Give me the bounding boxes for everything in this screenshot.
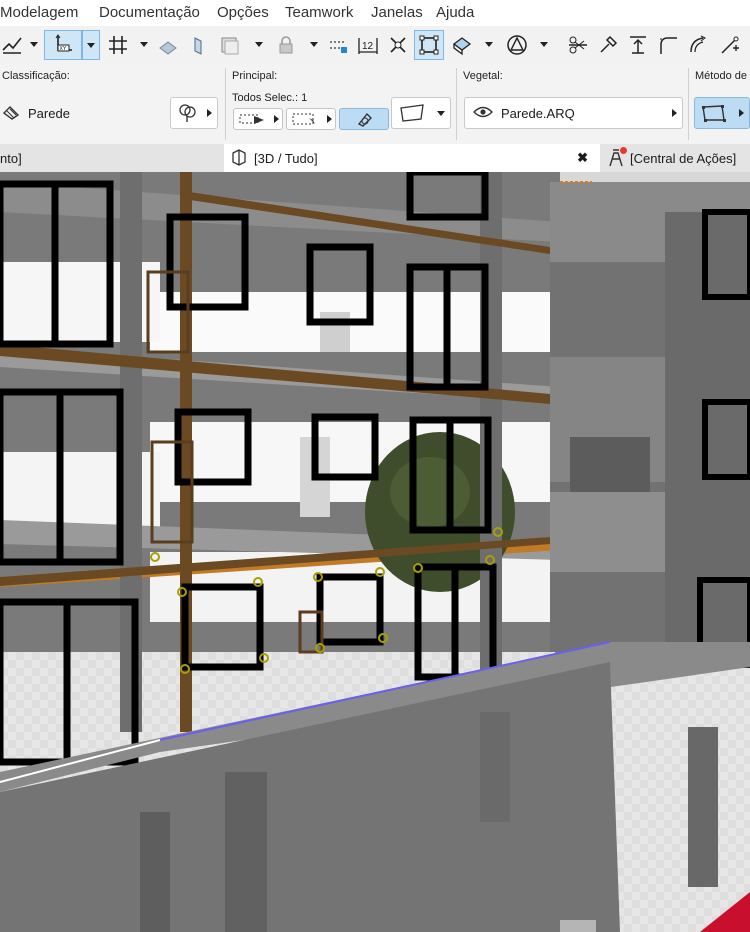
3d-model-scene[interactable] bbox=[0, 172, 750, 932]
arrow-right-icon bbox=[207, 109, 213, 117]
surface-shape-button[interactable] bbox=[391, 97, 451, 129]
tab-bar: nto] [3D / Tudo] ✖ [Central de Ações] bbox=[0, 144, 750, 172]
layer-value: Parede.ARQ bbox=[501, 105, 575, 121]
surface-shape-icon bbox=[400, 104, 424, 122]
tree-highlight bbox=[390, 457, 470, 527]
divider bbox=[225, 68, 226, 140]
pier-3 bbox=[688, 727, 718, 887]
fillet-icon[interactable] bbox=[654, 30, 682, 60]
chevron-down-icon[interactable] bbox=[310, 42, 318, 47]
3d-viewport[interactable] bbox=[0, 172, 750, 932]
trim-icon[interactable] bbox=[564, 30, 592, 60]
polygon-method-icon bbox=[702, 105, 727, 122]
triangle-circle-icon[interactable] bbox=[503, 30, 531, 60]
split-icon[interactable] bbox=[594, 30, 622, 60]
coordinate-plane-dropdown[interactable] bbox=[82, 30, 100, 60]
elevation-icon[interactable] bbox=[624, 30, 652, 60]
tab-action-center[interactable]: [Central de Ações] bbox=[600, 144, 750, 172]
intersect-icon[interactable] bbox=[384, 30, 412, 60]
select-arrow-icon bbox=[239, 114, 264, 124]
wall-classification-icon bbox=[2, 103, 22, 124]
chevron-down-icon[interactable] bbox=[540, 42, 548, 47]
tab-3d-view[interactable]: [3D / Tudo] ✖ bbox=[224, 144, 600, 172]
action-center-icon bbox=[606, 146, 627, 170]
classification-value: Parede bbox=[28, 105, 70, 121]
classification-label: Classificação: bbox=[2, 70, 70, 82]
classification-field[interactable]: Parede bbox=[0, 97, 156, 129]
chevron-down-icon[interactable] bbox=[30, 42, 38, 47]
select-all-label: Todos Selec.: 1 bbox=[232, 92, 308, 104]
dimension-12-icon[interactable]: 12 bbox=[354, 30, 382, 60]
right-recess bbox=[570, 437, 650, 492]
add-point-icon[interactable] bbox=[716, 30, 744, 60]
selection-frame-icon[interactable] bbox=[414, 30, 444, 60]
pier-2 bbox=[225, 772, 267, 932]
chevron-down-icon[interactable] bbox=[140, 42, 148, 47]
lock-icon[interactable] bbox=[272, 30, 300, 60]
grid-snap-icon[interactable] bbox=[104, 30, 132, 60]
layer-icon[interactable] bbox=[216, 30, 244, 60]
suspend-groups-icon[interactable] bbox=[0, 30, 24, 60]
svg-text:XY: XY bbox=[60, 46, 67, 52]
offset-icon[interactable] bbox=[684, 30, 712, 60]
selection-arrow-button[interactable] bbox=[233, 108, 283, 130]
coordinate-plane-icon[interactable]: XY bbox=[44, 30, 82, 60]
pier-4 bbox=[140, 812, 170, 932]
marquee-select-button[interactable] bbox=[286, 108, 336, 130]
menu-ajuda[interactable]: Ajuda bbox=[436, 4, 474, 21]
tab-action-center-label: [Central de Ações] bbox=[630, 150, 737, 166]
close-icon[interactable]: ✖ bbox=[577, 150, 588, 166]
arrow-right-icon bbox=[672, 109, 677, 117]
arrow-right-icon bbox=[273, 115, 279, 123]
menu-janelas[interactable]: Janelas bbox=[371, 4, 423, 21]
menu-bar: Modelagem Documentação Opções Teamwork J… bbox=[0, 0, 750, 26]
parallel-icon[interactable] bbox=[184, 30, 212, 60]
standard-toolbar: XY 12 bbox=[0, 26, 750, 65]
menu-documentacao[interactable]: Documentação bbox=[99, 4, 200, 21]
tree-settings-button[interactable] bbox=[170, 97, 218, 129]
magic-wand-button[interactable] bbox=[339, 108, 389, 130]
info-box: Classificação: Parede Principal: Todos S… bbox=[0, 64, 750, 145]
menu-opcoes[interactable]: Opções bbox=[217, 4, 269, 21]
bottom-marker bbox=[560, 920, 596, 932]
eye-icon bbox=[473, 105, 493, 122]
menu-teamwork[interactable]: Teamwork bbox=[285, 4, 353, 21]
geometry-method-button[interactable] bbox=[694, 97, 750, 129]
tab-3d-view-label: [3D / Tudo] bbox=[254, 150, 318, 166]
divider bbox=[688, 68, 689, 140]
chevron-down-icon bbox=[437, 110, 445, 116]
tree-icon bbox=[179, 104, 196, 122]
tab-previous-label: nto] bbox=[0, 150, 22, 166]
marquee-icon bbox=[292, 113, 315, 125]
layer-selector[interactable]: Parede.ARQ bbox=[464, 97, 683, 129]
tab-previous[interactable]: nto] bbox=[0, 144, 224, 172]
vegetal-label: Vegetal: bbox=[463, 70, 503, 82]
method-label: Método de bbox=[695, 70, 747, 82]
3d-view-icon bbox=[230, 148, 248, 169]
arrow-right-icon bbox=[326, 115, 332, 123]
arrow-right-icon bbox=[738, 109, 744, 117]
notification-badge bbox=[620, 146, 627, 154]
interior-door bbox=[320, 312, 350, 352]
renovation-icon[interactable] bbox=[324, 30, 352, 60]
chevron-down-icon[interactable] bbox=[255, 42, 263, 47]
shape-3d-icon[interactable] bbox=[448, 30, 476, 60]
svg-text:12: 12 bbox=[362, 41, 374, 52]
divider bbox=[456, 68, 457, 140]
guideline-icon[interactable] bbox=[154, 30, 182, 60]
pier-1 bbox=[480, 712, 510, 822]
menu-modelagem[interactable]: Modelagem bbox=[0, 4, 78, 21]
hand-select-icon bbox=[357, 112, 372, 127]
main-label: Principal: bbox=[232, 70, 278, 82]
chevron-down-icon bbox=[87, 42, 95, 48]
chevron-down-icon[interactable] bbox=[485, 42, 493, 47]
